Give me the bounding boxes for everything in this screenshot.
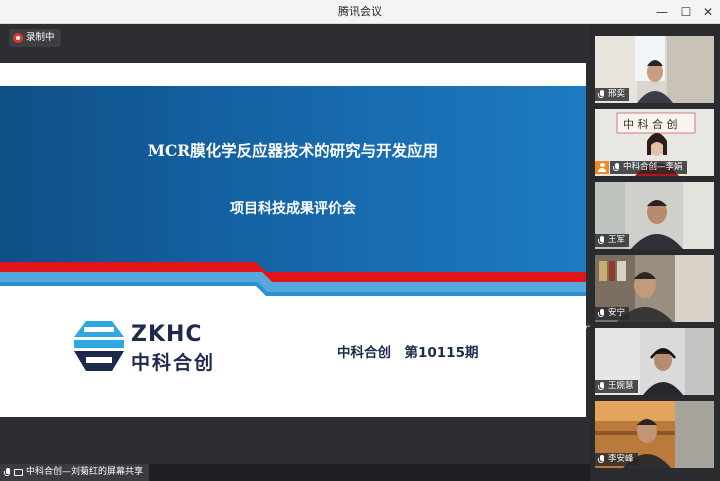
participant-name-tag: 邢奕: [595, 88, 630, 101]
participant-name: 李安峰: [608, 454, 634, 464]
screen-share-icon: [14, 469, 23, 476]
issue-number: 中科合创 第10115期: [337, 345, 479, 361]
mic-muted-icon: [613, 162, 620, 173]
slide-title-line1: MCR膜化学反应器技术的研究与开发应用: [147, 141, 439, 160]
logo-text-en: ZKHC: [131, 322, 203, 347]
mic-muted-icon: [598, 235, 605, 246]
recording-label: 录制中: [26, 32, 55, 43]
slide-title-line2: 项目科技成果评价会: [230, 201, 356, 217]
mic-muted-icon: [598, 89, 605, 100]
zkhc-logo-icon: [74, 321, 124, 371]
slide-decor-stripes: [0, 262, 586, 296]
mic-muted-icon: [598, 454, 605, 465]
mic-muted-icon: [598, 381, 605, 392]
window-title: 腾讯会议: [338, 5, 382, 18]
participant-tile[interactable]: 安宁: [595, 255, 714, 322]
cloud-record-icon: [13, 33, 23, 43]
participant-name: 王军: [608, 235, 626, 245]
screen-share-label: 中科合创—刘菊红的屏幕共享: [26, 467, 144, 477]
share-status-bar: 中科合创—刘菊红的屏幕共享: [0, 464, 590, 481]
title-bar: 腾讯会议 — ☐ ✕: [0, 0, 720, 24]
svg-text:中 科 合 创: 中 科 合 创: [623, 117, 678, 131]
close-button[interactable]: ✕: [697, 0, 719, 24]
host-icon: [595, 161, 609, 174]
participant-tile[interactable]: 王婉慧: [595, 328, 714, 395]
participant-tile[interactable]: 中 科 合 创 中科合创—李娟: [595, 109, 714, 176]
participant-name-tag: 李安峰: [595, 453, 638, 466]
recording-badge[interactable]: 录制中: [9, 29, 61, 47]
participant-tile[interactable]: 邢奕: [595, 36, 714, 103]
mic-muted-icon: [4, 467, 11, 478]
mic-on-icon: [598, 308, 605, 319]
slide-title-band: [0, 86, 586, 272]
participant-name: 中科合创—李娟: [623, 162, 683, 172]
participant-name-tag: 王军: [595, 234, 630, 247]
participant-name: 安宁: [608, 308, 626, 318]
screen-share-badge[interactable]: 中科合创—刘菊红的屏幕共享: [0, 464, 150, 481]
participant-name: 王婉慧: [608, 381, 634, 391]
participant-name: 邢奕: [608, 89, 626, 99]
participant-tile[interactable]: 李安峰: [595, 401, 714, 468]
participant-name-tag: 中科合创—李娟: [610, 161, 687, 174]
maximize-button[interactable]: ☐: [675, 0, 697, 24]
participant-name-tag: 安宁: [595, 307, 630, 320]
participant-name-tag: 王婉慧: [595, 380, 638, 393]
participant-tile[interactable]: 王军: [595, 182, 714, 249]
presentation-slide: MCR膜化学反应器技术的研究与开发应用 项目科技成果评价会 ZKHC 中科合创 …: [0, 63, 586, 417]
logo-text-cn: 中科合创: [131, 352, 216, 374]
minimize-button[interactable]: —: [651, 0, 673, 24]
